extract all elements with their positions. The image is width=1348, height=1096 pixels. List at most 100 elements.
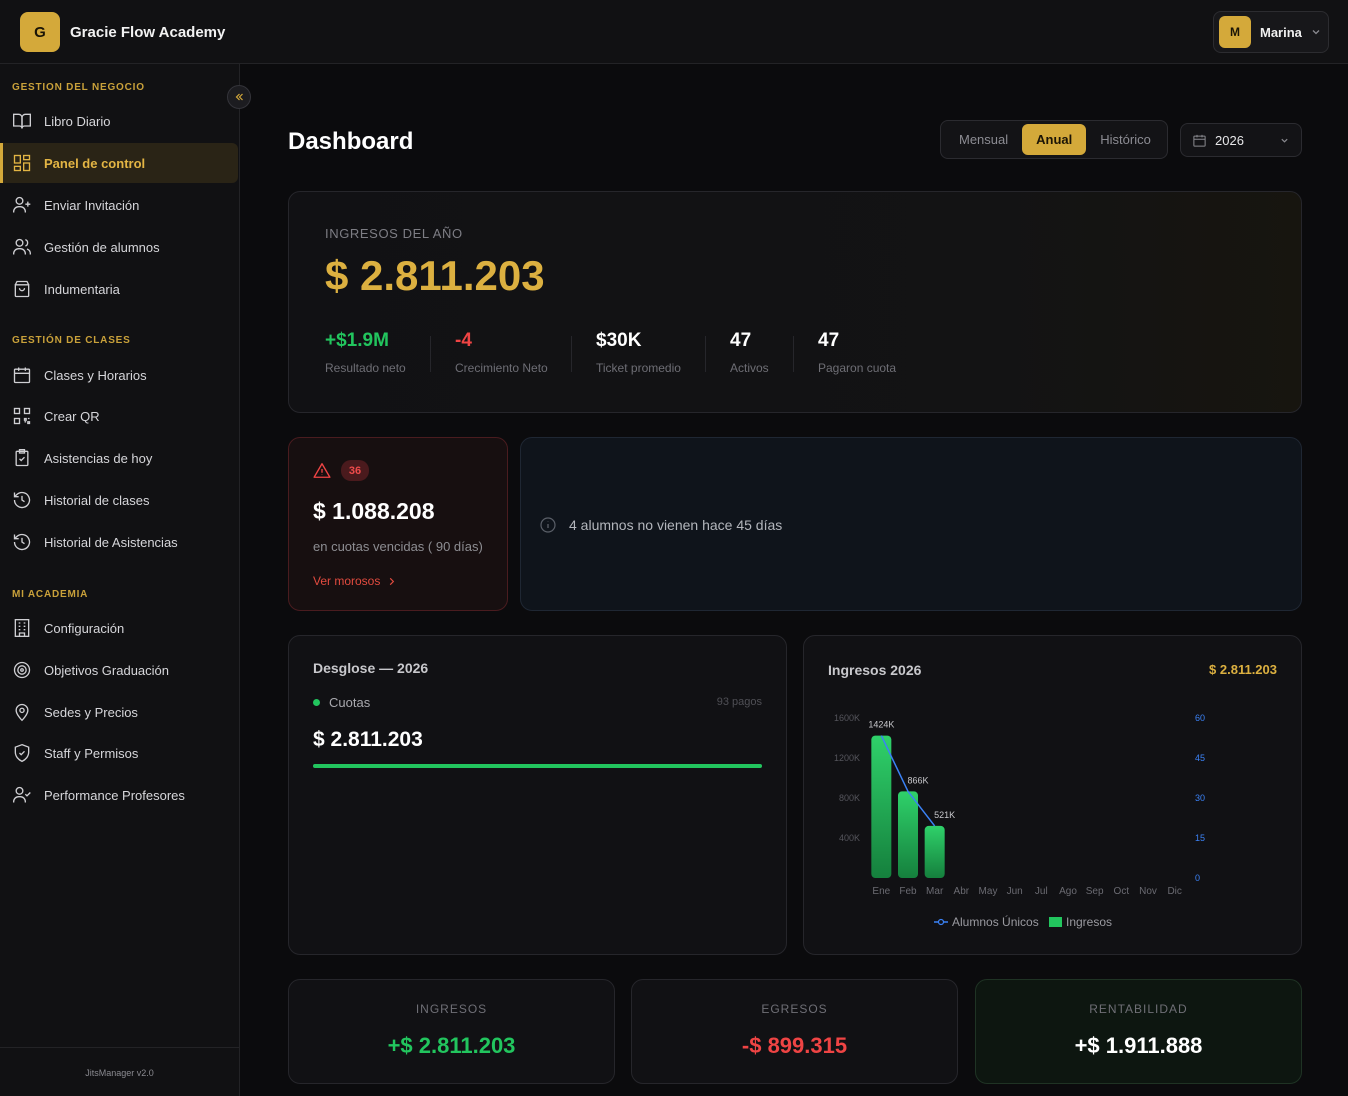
users-icon: [13, 238, 31, 255]
avatar: M: [1219, 16, 1251, 48]
stat-divider: [430, 336, 431, 372]
y-left-tick-label: 400K: [839, 833, 860, 843]
legend-dot: [313, 699, 320, 706]
x-tick-label: May: [979, 886, 998, 897]
academy-name: Gracie Flow Academy: [70, 24, 226, 41]
breakdown-progress-bar: [313, 764, 762, 768]
sidebar-item-historial-clases[interactable]: Historial de clases: [0, 480, 239, 520]
summary-egresos-card: EGRESOS -$ 899.315: [631, 979, 958, 1084]
overdue-amount: $ 1.088.208: [313, 498, 435, 524]
summary-ingresos-card: INGRESOS +$ 2.811.203: [288, 979, 615, 1084]
section-title-negocio: GESTION DEL NEGOCIO: [12, 82, 145, 93]
user-name: Marina: [1260, 24, 1302, 40]
sidebar-divider: [0, 1047, 239, 1048]
sidebar-item-label: Libro Diario: [44, 113, 111, 129]
y-left-tick-label: 800K: [839, 793, 860, 803]
bar-data-label: 866K: [907, 775, 928, 785]
sidebar-item-label: Configuración: [44, 620, 125, 636]
sidebar-item-crear-qr[interactable]: Crear QR: [0, 396, 239, 436]
sidebar-item-clases-horarios[interactable]: Clases y Horarios: [0, 355, 239, 395]
x-tick-label: Sep: [1086, 886, 1104, 897]
map-pin-icon: [15, 703, 29, 722]
sidebar-item-label: Gestión de alumnos: [44, 239, 160, 255]
year-select[interactable]: 2026: [1180, 123, 1302, 157]
shield-check-icon: [14, 743, 30, 763]
breakdown-item-count: 93 pagos: [716, 696, 762, 708]
sidebar: GESTION DEL NEGOCIO Libro Diario Panel d…: [0, 64, 251, 1096]
sidebar-item-historial-asistencias[interactable]: Historial de Asistencias: [0, 522, 239, 562]
academy-logo[interactable]: G: [20, 12, 60, 52]
stat-resultado-neto: +$1.9M Resultado neto: [325, 330, 406, 375]
summary-value: +$ 2.811.203: [387, 1033, 516, 1058]
stat-label: Resultado neto: [325, 361, 406, 375]
sidebar-item-gestion-alumnos[interactable]: Gestión de alumnos: [0, 227, 239, 267]
sidebar-item-configuracion[interactable]: Configuración: [0, 608, 239, 648]
summary-rentabilidad-card: RENTABILIDAD +$ 1.911.888: [975, 979, 1302, 1084]
x-tick-label: Ago: [1059, 886, 1077, 897]
bar-data-label: 521K: [934, 810, 955, 820]
y-left-tick-label: 1200K: [834, 753, 860, 763]
calendar-icon: [13, 367, 31, 384]
tab-historico[interactable]: Histórico: [1086, 124, 1165, 155]
x-tick-label: Feb: [899, 886, 917, 897]
annual-income-amount: $ 2.811.203: [325, 252, 545, 299]
sidebar-item-libro-diario[interactable]: Libro Diario: [0, 101, 239, 141]
sidebar-item-label: Asistencias de hoy: [44, 450, 153, 466]
collapse-sidebar-button[interactable]: [227, 85, 251, 109]
legend-line-marker: [937, 918, 945, 926]
chevron-right-icon: [390, 577, 395, 585]
stat-label: Crecimiento Neto: [455, 361, 548, 375]
x-tick-label: Dic: [1167, 886, 1181, 897]
sidebar-item-asistencias-hoy[interactable]: Asistencias de hoy: [0, 438, 239, 478]
breakdown-item: Cuotas: [313, 695, 370, 710]
breakdown-card: Desglose — 2026 Cuotas 93 pagos $ 2.811.…: [288, 635, 787, 955]
absence-info-card: 4 alumnos no vienen hace 45 días: [520, 437, 1302, 611]
stat-crecimiento-neto: -4 Crecimiento Neto: [455, 330, 548, 375]
legend-label-alumnos: Alumnos Únicos: [952, 914, 1039, 929]
legend-bar-swatch: [1049, 917, 1062, 927]
history-icon: [13, 533, 31, 551]
summary-value: -$ 899.315: [741, 1033, 848, 1058]
ver-morosos-link[interactable]: Ver morosos: [313, 574, 396, 588]
stat-value: 47: [818, 330, 840, 351]
tab-anual[interactable]: Anual: [1022, 124, 1087, 155]
overdue-fees-card: 36 $ 1.088.208 en cuotas vencidas ( 90 d…: [288, 437, 508, 611]
income-chart-card: Ingresos 2026 $ 2.811.203 400K 800K 1200K 1…: [803, 635, 1302, 955]
user-check-icon: [13, 786, 31, 803]
user-plus-icon: [13, 196, 31, 213]
x-tick-label: Abr: [954, 886, 970, 897]
x-tick-label: Jul: [1035, 886, 1048, 897]
x-tick-label: Ene: [872, 886, 890, 897]
user-menu-button[interactable]: M Marina: [1213, 11, 1329, 53]
top-bar: G Gracie Flow Academy M Marina: [0, 0, 1348, 64]
stat-pagaron-cuota: 47 Pagaron cuota: [818, 330, 896, 375]
history-icon: [13, 491, 31, 509]
calendar-icon: [1193, 134, 1206, 147]
building-icon: [14, 619, 30, 637]
year-value: 2026: [1215, 132, 1244, 148]
summary-label: RENTABILIDAD: [1089, 1002, 1188, 1016]
stat-value: 47: [730, 330, 752, 351]
sidebar-item-panel-de-control[interactable]: Panel de control: [0, 143, 238, 183]
sidebar-item-label: Enviar Invitación: [44, 197, 140, 213]
sidebar-item-enviar-invitacion[interactable]: Enviar Invitación: [0, 185, 239, 225]
bar-ingresos: [924, 825, 945, 878]
breakdown-title: Desglose — 2026: [313, 660, 429, 676]
bar-ingresos: [871, 735, 892, 878]
sidebar-item-objetivos-graduacion[interactable]: Objetivos Graduación: [0, 650, 239, 690]
clipboard-check-icon: [15, 449, 29, 467]
sidebar-item-sedes-precios[interactable]: Sedes y Precios: [0, 692, 239, 732]
sidebar-item-label: Objetivos Graduación: [44, 662, 170, 678]
tab-mensual[interactable]: Mensual: [945, 124, 1022, 155]
chevron-down-icon: [1312, 30, 1320, 35]
x-tick-label: Oct: [1114, 886, 1130, 897]
sidebar-item-label: Clases y Horarios: [44, 367, 147, 383]
sidebar-item-label: Staff y Permisos: [44, 745, 139, 761]
sidebar-item-label: Historial de Asistencias: [44, 534, 178, 550]
overdue-subtitle: en cuotas vencidas ( 90 días): [313, 539, 483, 554]
sidebar-item-indumentaria[interactable]: Indumentaria: [0, 269, 239, 309]
sidebar-item-label: Sedes y Precios: [44, 704, 138, 720]
section-title-clases: GESTIÓN DE CLASES: [12, 335, 131, 346]
sidebar-item-performance-profesores[interactable]: Performance Profesores: [0, 775, 239, 815]
sidebar-item-staff-permisos[interactable]: Staff y Permisos: [0, 733, 239, 773]
